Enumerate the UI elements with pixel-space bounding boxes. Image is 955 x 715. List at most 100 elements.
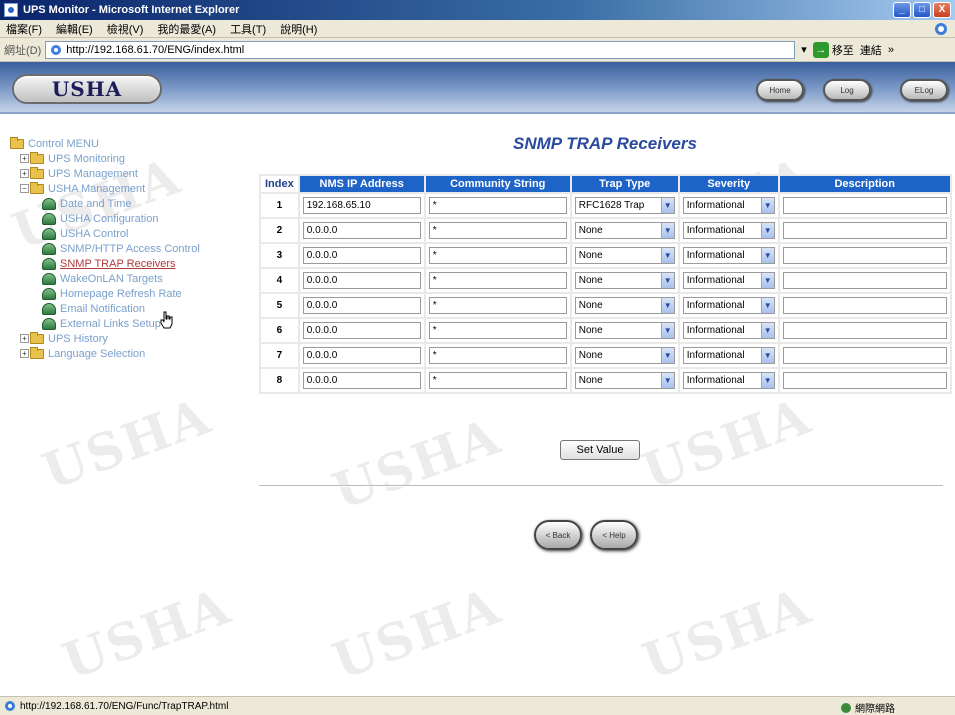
trap-type-select[interactable]: None ▼ <box>574 247 675 264</box>
menu-favorites[interactable]: 我的最愛(A) <box>157 21 216 37</box>
links-button[interactable]: 連結 <box>860 42 882 58</box>
severity-select[interactable]: Informational ▼ <box>682 297 775 314</box>
back-button[interactable]: < Back <box>534 520 582 550</box>
menu-tools[interactable]: 工具(T) <box>230 21 266 37</box>
community-string-input[interactable]: * <box>428 372 567 389</box>
chevron-down-icon[interactable]: ▼ <box>760 348 774 363</box>
sidebar-item-wakeonlan-targets[interactable]: WakeOnLAN Targets <box>10 271 260 286</box>
address-dropdown-icon[interactable]: ▾ <box>801 43 807 56</box>
community-string-input[interactable]: * <box>428 222 567 239</box>
trap-type-select[interactable]: RFC1628 Trap ▼ <box>574 197 675 214</box>
chevron-down-icon[interactable]: ▼ <box>660 248 674 263</box>
chevron-down-icon[interactable]: ▼ <box>760 323 774 338</box>
description-input[interactable] <box>782 322 947 339</box>
log-button[interactable]: Log <box>823 79 871 101</box>
nms-ip-input[interactable]: 0.0.0.0 <box>302 222 421 239</box>
community-string-input[interactable]: * <box>428 322 567 339</box>
close-button[interactable]: X <box>933 2 951 18</box>
chevron-down-icon[interactable]: ▼ <box>660 198 674 213</box>
expand-icon[interactable]: + <box>20 349 29 358</box>
minimize-button[interactable]: _ <box>893 2 911 18</box>
nms-ip-input[interactable]: 0.0.0.0 <box>302 347 421 364</box>
go-button[interactable]: → 移至 <box>812 41 854 58</box>
severity-select[interactable]: Informational ▼ <box>682 322 775 339</box>
description-input[interactable] <box>782 222 947 239</box>
help-button[interactable]: < Help <box>590 520 638 550</box>
severity-select[interactable]: Informational ▼ <box>682 347 775 364</box>
sidebar-item-email-notification[interactable]: Email Notification <box>10 301 260 316</box>
chevron-down-icon[interactable]: ▼ <box>760 298 774 313</box>
description-input[interactable] <box>782 197 947 214</box>
community-string-input[interactable]: * <box>428 247 567 264</box>
sidebar-item-ups-management[interactable]: + UPS Management <box>10 166 260 181</box>
sidebar-item-ups-monitoring[interactable]: + UPS Monitoring <box>10 151 260 166</box>
nms-ip-input[interactable]: 0.0.0.0 <box>302 272 421 289</box>
sidebar-item-homepage-refresh-rate[interactable]: Homepage Refresh Rate <box>10 286 260 301</box>
description-input[interactable] <box>782 372 947 389</box>
trap-type-select[interactable]: None ▼ <box>574 297 675 314</box>
links-chevron-icon[interactable]: » <box>888 44 894 56</box>
sidebar-item-external-links-setup[interactable]: External Links Setup <box>10 316 260 331</box>
chevron-down-icon[interactable]: ▼ <box>660 223 674 238</box>
community-string-input[interactable]: * <box>428 297 567 314</box>
trap-type-select[interactable]: None ▼ <box>574 222 675 239</box>
sidebar-item-date-and-time[interactable]: Date and Time <box>10 196 260 211</box>
expand-icon[interactable]: + <box>20 154 29 163</box>
expand-icon[interactable]: + <box>20 169 29 178</box>
address-input[interactable]: http://192.168.61.70/ENG/index.html <box>45 40 796 59</box>
chevron-down-icon[interactable]: ▼ <box>660 373 674 388</box>
community-string-input[interactable]: * <box>428 197 567 214</box>
severity-cell: Informational ▼ <box>679 344 778 367</box>
chevron-down-icon[interactable]: ▼ <box>660 348 674 363</box>
nms-ip-input[interactable]: 0.0.0.0 <box>302 372 421 389</box>
sidebar-item-snmp-trap-receivers[interactable]: SNMP TRAP Receivers <box>10 256 260 271</box>
nms-ip-input[interactable]: 0.0.0.0 <box>302 297 421 314</box>
severity-select[interactable]: Informational ▼ <box>682 372 775 389</box>
chevron-down-icon[interactable]: ▼ <box>660 298 674 313</box>
nms-ip-input[interactable]: 0.0.0.0 <box>302 247 421 264</box>
sidebar-item-ups-history[interactable]: + UPS History <box>10 331 260 346</box>
trap-type-select[interactable]: None ▼ <box>574 272 675 289</box>
trap-type-cell: None ▼ <box>571 294 678 317</box>
severity-select[interactable]: Informational ▼ <box>682 272 775 289</box>
severity-select[interactable]: Informational ▼ <box>682 197 775 214</box>
chevron-down-icon[interactable]: ▼ <box>760 248 774 263</box>
description-input[interactable] <box>782 247 947 264</box>
trap-type-select[interactable]: None ▼ <box>574 322 675 339</box>
community-string-input[interactable]: * <box>428 347 567 364</box>
description-input[interactable] <box>782 272 947 289</box>
set-value-button[interactable]: Set Value <box>560 440 640 460</box>
sidebar-item-snmp-http-access[interactable]: SNMP/HTTP Access Control <box>10 241 260 256</box>
nms-ip-input[interactable]: 0.0.0.0 <box>302 322 421 339</box>
expand-icon[interactable]: + <box>20 334 29 343</box>
maximize-button[interactable]: □ <box>913 2 931 18</box>
menu-view[interactable]: 檢視(V) <box>107 21 144 37</box>
nms-ip-input[interactable]: 192.168.65.10 <box>302 197 421 214</box>
chevron-down-icon[interactable]: ▼ <box>760 373 774 388</box>
severity-select[interactable]: Informational ▼ <box>682 222 775 239</box>
trap-type-select[interactable]: None ▼ <box>574 372 675 389</box>
trap-type-select[interactable]: None ▼ <box>574 347 675 364</box>
sidebar-item-usha-management[interactable]: − USHA Management <box>10 181 260 196</box>
chevron-down-icon[interactable]: ▼ <box>760 273 774 288</box>
menu-edit[interactable]: 編輯(E) <box>56 21 93 37</box>
status-bar: http://192.168.61.70/ENG/Func/TrapTRAP.h… <box>0 696 955 715</box>
sidebar-item-language-selection[interactable]: + Language Selection <box>10 346 260 361</box>
description-input[interactable] <box>782 297 947 314</box>
menu-help[interactable]: 說明(H) <box>280 21 317 37</box>
chevron-down-icon[interactable]: ▼ <box>660 323 674 338</box>
home-button[interactable]: Home <box>756 79 804 101</box>
tree-root[interactable]: Control MENU <box>10 136 260 151</box>
severity-select[interactable]: Informational ▼ <box>682 247 775 264</box>
sidebar-item-usha-configuration[interactable]: USHA Configuration <box>10 211 260 226</box>
ups-page-icon <box>42 257 56 270</box>
collapse-icon[interactable]: − <box>20 184 29 193</box>
chevron-down-icon[interactable]: ▼ <box>660 273 674 288</box>
description-input[interactable] <box>782 347 947 364</box>
elog-button[interactable]: ELog <box>900 79 948 101</box>
chevron-down-icon[interactable]: ▼ <box>760 223 774 238</box>
sidebar-item-usha-control[interactable]: USHA Control <box>10 226 260 241</box>
community-string-input[interactable]: * <box>428 272 567 289</box>
menu-file[interactable]: 檔案(F) <box>6 21 42 37</box>
chevron-down-icon[interactable]: ▼ <box>760 198 774 213</box>
